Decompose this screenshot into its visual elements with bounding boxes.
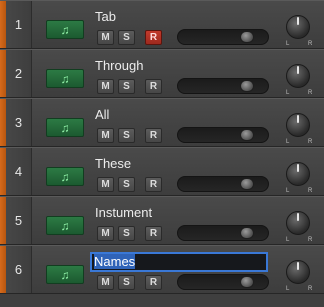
track-row[interactable]: 6 ♫ Names M S R L R [0,245,324,294]
music-note-icon[interactable]: ♫ [46,20,84,39]
pan-indicator [297,213,299,221]
mute-button[interactable]: M [97,128,114,143]
track-number: 3 [6,99,32,146]
pan-knob[interactable] [286,211,310,235]
music-note-icon[interactable]: ♫ [46,69,84,88]
track-name[interactable]: These [95,156,131,172]
volume-slider-handle[interactable] [240,178,254,190]
solo-button[interactable]: S [118,275,135,290]
record-enable-button[interactable]: R [145,30,162,45]
pan-left-label: L [286,188,290,194]
pan-left-label: L [286,139,290,145]
record-enable-button[interactable]: R [145,226,162,241]
pan-indicator [297,115,299,123]
pan-left-label: L [286,286,290,292]
pan-left-label: L [286,90,290,96]
pan-indicator [297,17,299,25]
pan-indicator [297,164,299,172]
track-name[interactable]: All [95,107,109,123]
volume-slider-handle[interactable] [240,80,254,92]
track-number: 2 [6,50,32,97]
music-note-icon[interactable]: ♫ [46,118,84,137]
pan-right-label: R [308,286,313,292]
solo-button[interactable]: S [118,79,135,94]
pan-indicator [297,262,299,270]
volume-slider-handle[interactable] [240,276,254,288]
volume-slider[interactable] [177,274,269,290]
record-enable-button[interactable]: R [145,177,162,192]
track-row[interactable]: 2 ♫ Through M S R L R [0,49,324,98]
volume-slider[interactable] [177,225,269,241]
mute-button[interactable]: M [97,177,114,192]
solo-button[interactable]: S [118,177,135,192]
volume-slider-handle[interactable] [240,227,254,239]
pan-knob[interactable] [286,15,310,39]
volume-slider[interactable] [177,127,269,143]
track-name[interactable]: Through [95,58,143,74]
track-number: 5 [6,197,32,244]
track-list: 1 ♫ Tab M S R L R 2 ♫ Through M S R L R 3 ♫ All M S R L R 4 ♫ Thes… [0,0,324,307]
record-enable-button[interactable]: R [145,275,162,290]
track-number: 4 [6,148,32,195]
volume-slider[interactable] [177,29,269,45]
pan-right-label: R [308,139,313,145]
music-note-icon[interactable]: ♫ [46,265,84,284]
pan-right-label: R [308,237,313,243]
record-enable-button[interactable]: R [145,79,162,94]
track-row[interactable]: 4 ♫ These M S R L R [0,147,324,196]
music-note-icon[interactable]: ♫ [46,216,84,235]
track-name[interactable]: Tab [95,9,116,25]
record-enable-button[interactable]: R [145,128,162,143]
volume-slider-handle[interactable] [240,31,254,43]
mute-button[interactable]: M [97,226,114,241]
track-number: 1 [6,1,32,48]
track-name-selected-text: Names [94,254,136,269]
solo-button[interactable]: S [118,128,135,143]
mute-button[interactable]: M [97,30,114,45]
volume-slider[interactable] [177,78,269,94]
pan-right-label: R [308,41,313,47]
pan-left-label: L [286,237,290,243]
track-row[interactable]: 3 ♫ All M S R L R [0,98,324,147]
solo-button[interactable]: S [118,30,135,45]
mute-button[interactable]: M [97,79,114,94]
track-name-input[interactable]: Names [90,252,268,272]
pan-knob[interactable] [286,260,310,284]
pan-indicator [297,66,299,74]
pan-right-label: R [308,90,313,96]
pan-knob[interactable] [286,162,310,186]
track-row[interactable]: 5 ♫ Instument M S R L R [0,196,324,245]
volume-slider-handle[interactable] [240,129,254,141]
pan-right-label: R [308,188,313,194]
mute-button[interactable]: M [97,275,114,290]
track-name[interactable]: Instument [95,205,152,221]
volume-slider[interactable] [177,176,269,192]
track-row[interactable]: 1 ♫ Tab M S R L R [0,0,324,49]
music-note-icon[interactable]: ♫ [46,167,84,186]
pan-knob[interactable] [286,64,310,88]
solo-button[interactable]: S [118,226,135,241]
pan-knob[interactable] [286,113,310,137]
pan-left-label: L [286,41,290,47]
track-number: 6 [6,246,32,293]
